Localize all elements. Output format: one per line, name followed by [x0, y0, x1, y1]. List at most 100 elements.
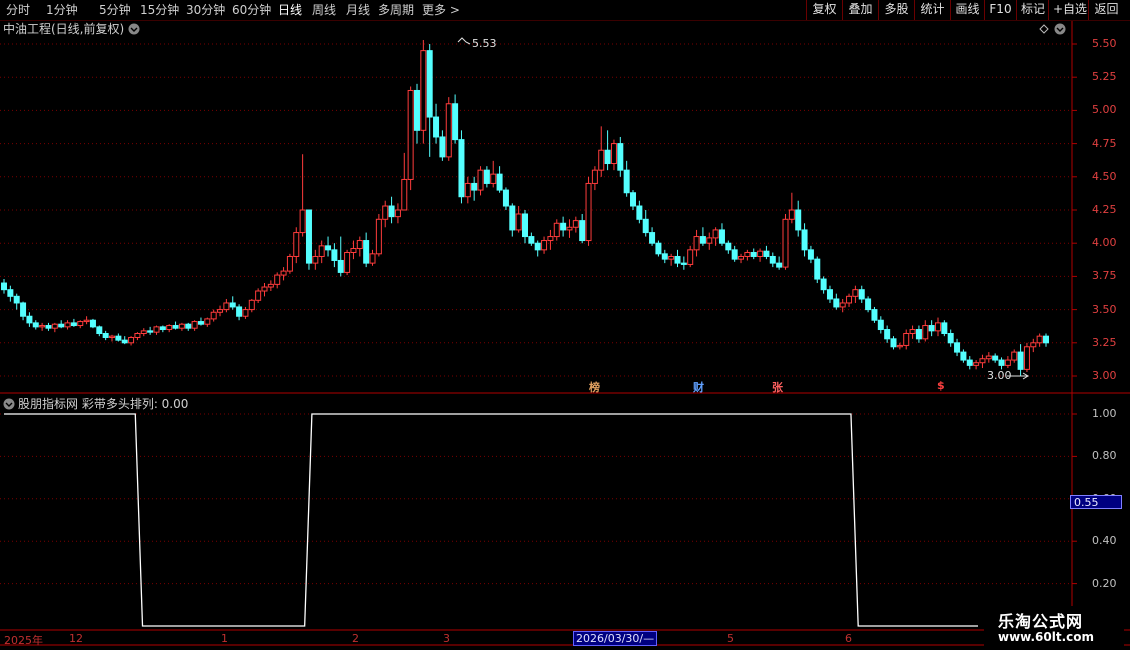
date-label: 3: [443, 632, 450, 645]
event-marker-zhang[interactable]: 张: [772, 379, 783, 395]
candle-body: [928, 325, 935, 332]
price-tick-label: 4.50: [1092, 169, 1117, 183]
candle-body: [471, 182, 478, 191]
candle-body: [13, 295, 20, 304]
candle-body: [865, 298, 872, 311]
cursor-value-box: 0.55: [1070, 495, 1122, 509]
candle-body: [77, 321, 84, 327]
indicator-tick-label: 0.80: [1092, 449, 1117, 463]
candle-body: [547, 236, 554, 242]
kline-chart[interactable]: [0, 0, 1130, 650]
date-label: 12: [69, 632, 83, 645]
date-label: 2025年: [4, 634, 43, 647]
candle-body: [299, 209, 306, 234]
indicator-tick-label: 0.20: [1092, 576, 1117, 590]
candle-body: [839, 302, 846, 308]
candle-body: [483, 169, 490, 184]
candle-body: [903, 333, 910, 346]
indicator-tick-label: 0.40: [1092, 534, 1117, 548]
high-price-label: 5.53: [472, 37, 497, 50]
candle-body: [979, 358, 986, 364]
candle-body: [757, 250, 764, 257]
candle-body: [490, 173, 497, 184]
candle-body: [58, 323, 65, 328]
candle-body: [102, 333, 109, 338]
candle-body: [121, 339, 128, 344]
indicator-dropdown-icon[interactable]: [3, 398, 15, 410]
candle-body: [884, 329, 891, 340]
diamond-icon[interactable]: [1039, 24, 1049, 34]
grid-lines: [0, 43, 1077, 585]
candle-body: [941, 322, 948, 335]
candle-body: [960, 351, 967, 361]
event-marker-bang[interactable]: 榜: [589, 379, 600, 395]
candle-body: [153, 326, 160, 333]
candle-body: [223, 302, 230, 311]
candle-body: [966, 359, 973, 366]
candle-body: [604, 149, 611, 165]
candle-body: [1036, 335, 1043, 344]
candle-body: [610, 143, 617, 165]
watermark-url: www.60lt.com: [998, 630, 1095, 644]
candle-body: [1011, 351, 1018, 361]
price-tick-label: 5.25: [1092, 70, 1117, 84]
candle-body: [795, 209, 802, 231]
candle-body: [1004, 359, 1011, 366]
indicator-title: 股朋指标网 彩带多头排列: 0.00: [18, 397, 189, 411]
candle-body: [20, 302, 27, 317]
candle-body: [566, 226, 573, 231]
event-marker-dollar[interactable]: $: [937, 379, 945, 392]
candle-body: [934, 322, 941, 332]
price-tick-label: 3.25: [1092, 335, 1117, 349]
candle-body: [515, 213, 522, 231]
candle-body: [255, 290, 262, 301]
price-tick-label: 5.50: [1092, 37, 1117, 50]
candle-body: [585, 182, 592, 242]
candle-body: [598, 149, 605, 171]
candle-body: [394, 209, 401, 218]
candle-body: [134, 333, 141, 338]
candle-body: [7, 289, 14, 297]
candle-body: [954, 342, 961, 353]
candle-body: [388, 205, 395, 218]
event-marker-cai[interactable]: 财: [693, 379, 704, 395]
candle-body: [553, 222, 560, 238]
date-label: 5: [727, 632, 734, 645]
candle-body: [814, 258, 821, 280]
candle-body: [973, 362, 980, 366]
candle-body: [210, 311, 217, 320]
candle-body: [630, 192, 637, 207]
candle-body: [375, 218, 382, 255]
candle-body: [1023, 346, 1030, 370]
candle-body: [502, 189, 509, 207]
candle-body: [661, 253, 668, 260]
candle-body: [172, 325, 179, 329]
title-dropdown-icon[interactable]: [128, 23, 140, 35]
candle-body: [738, 255, 745, 260]
candle-body: [337, 259, 344, 273]
candle-body: [782, 218, 789, 268]
high-price-pointer: [457, 37, 471, 45]
candle-body: [731, 249, 738, 260]
candle-body: [509, 205, 516, 231]
candle-body: [185, 323, 192, 329]
candle-body: [445, 103, 452, 158]
candle-body: [642, 218, 649, 234]
candle-body: [204, 318, 211, 325]
candle-body: [534, 242, 541, 251]
candle-body: [159, 326, 166, 331]
candle-body: [331, 249, 338, 261]
candle-body: [39, 325, 46, 328]
candle-body: [820, 278, 827, 291]
candle-body: [522, 213, 528, 238]
candle-body: [725, 242, 732, 251]
candle-body: [871, 309, 878, 321]
low-price-label: 3.00: [987, 369, 1012, 382]
candle-body: [128, 336, 135, 344]
candle-body: [1017, 351, 1024, 370]
candle-body: [801, 229, 808, 251]
candle-body: [655, 242, 662, 255]
candle-body: [649, 232, 656, 244]
expand-icon[interactable]: [1054, 23, 1066, 35]
candle-body: [477, 169, 484, 191]
